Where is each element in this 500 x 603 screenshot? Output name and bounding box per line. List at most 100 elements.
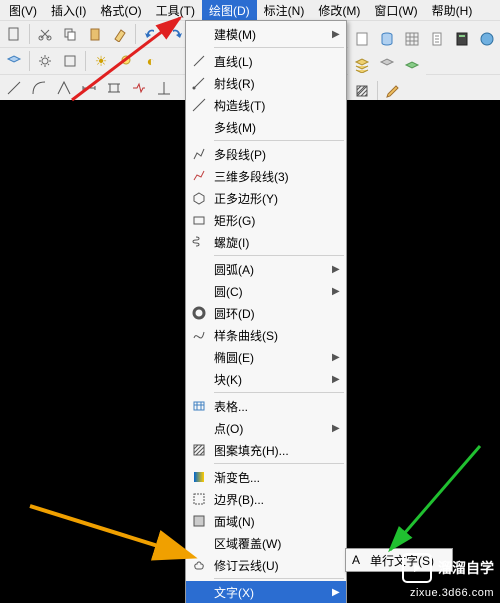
mi-circle[interactable]: 圆(C)▶ bbox=[186, 280, 346, 302]
mi-table[interactable]: 表格... bbox=[186, 395, 346, 417]
menu-view[interactable]: 图(V) bbox=[2, 0, 44, 21]
tb-light-icon[interactable]: ◐ bbox=[139, 49, 163, 73]
boundary-icon bbox=[186, 492, 212, 506]
watermark-url: zixue.3d66.com bbox=[410, 587, 494, 599]
ray-icon bbox=[186, 76, 212, 90]
tb-gear-icon[interactable] bbox=[33, 49, 57, 73]
mi-label: 多段线(P) bbox=[212, 146, 332, 163]
mi-label: 三维多段线(3) bbox=[212, 168, 332, 185]
menu-dim[interactable]: 标注(N) bbox=[257, 0, 312, 21]
tb-dim-icon[interactable] bbox=[77, 76, 101, 100]
tb-db-icon[interactable] bbox=[375, 27, 399, 51]
tb-grid-icon[interactable] bbox=[400, 27, 424, 51]
menubar: 图(V) 插入(I) 格式(O) 工具(T) 绘图(D) 标注(N) 修改(M)… bbox=[0, 0, 500, 20]
tb-dim2-icon[interactable] bbox=[102, 76, 126, 100]
mi-polygon[interactable]: 正多边形(Y) bbox=[186, 187, 346, 209]
mi-label: 构造线(T) bbox=[212, 97, 332, 114]
tb-undo-icon[interactable] bbox=[139, 22, 163, 46]
mi-pline[interactable]: 多段线(P) bbox=[186, 143, 346, 165]
mi-wipeout[interactable]: 区域覆盖(W) bbox=[186, 532, 346, 554]
mi-label: 块(K) bbox=[212, 371, 332, 388]
mi-label: 文字(X) bbox=[212, 584, 332, 601]
mi-revcloud[interactable]: 修订云线(U) bbox=[186, 554, 346, 576]
helix-icon bbox=[186, 235, 212, 249]
mi-label: 渐变色... bbox=[212, 469, 332, 486]
tb-calc-icon[interactable] bbox=[450, 27, 474, 51]
line-icon bbox=[186, 54, 212, 68]
tb-layeroff-icon[interactable] bbox=[375, 53, 399, 77]
mi-3dpoly[interactable]: 三维多段线(3) bbox=[186, 165, 346, 187]
mi-label: 多线(M) bbox=[212, 119, 332, 136]
mi-label: 面域(N) bbox=[212, 513, 332, 530]
menu-format[interactable]: 格式(O) bbox=[93, 0, 148, 21]
mi-modeling[interactable]: 建模(M)▶ bbox=[186, 23, 346, 45]
tb-line-icon[interactable] bbox=[2, 76, 26, 100]
menu-insert[interactable]: 插入(I) bbox=[44, 0, 93, 21]
mi-label: 边界(B)... bbox=[212, 491, 332, 508]
mi-line[interactable]: 直线(L) bbox=[186, 50, 346, 72]
menu-draw[interactable]: 绘图(D) bbox=[202, 0, 257, 21]
menu-window[interactable]: 窗口(W) bbox=[367, 0, 424, 21]
mi-helix[interactable]: 螺旋(I) bbox=[186, 231, 346, 253]
mi-label: 螺旋(I) bbox=[212, 234, 332, 251]
separator bbox=[135, 24, 136, 44]
menu-modify[interactable]: 修改(M) bbox=[311, 0, 367, 21]
toolbar-right-2 bbox=[348, 52, 426, 78]
mi-spline[interactable]: 样条曲线(S) bbox=[186, 324, 346, 346]
tb-ord-icon[interactable] bbox=[152, 76, 176, 100]
tb-match-icon[interactable] bbox=[108, 22, 132, 46]
tb-cut-icon[interactable] bbox=[33, 22, 57, 46]
mi-xline[interactable]: 构造线(T) bbox=[186, 94, 346, 116]
tb-sun-icon[interactable]: ☀ bbox=[89, 49, 113, 73]
mi-block[interactable]: 块(K)▶ bbox=[186, 368, 346, 390]
watermark: 溜溜自学 bbox=[402, 553, 494, 583]
tb-bulb-icon[interactable] bbox=[114, 49, 138, 73]
tb-copy-icon[interactable] bbox=[58, 22, 82, 46]
tb-sheet-icon[interactable] bbox=[350, 27, 374, 51]
mi-label: 区域覆盖(W) bbox=[212, 535, 332, 552]
tb-angle-icon[interactable] bbox=[52, 76, 76, 100]
mi-point[interactable]: 点(O)▶ bbox=[186, 417, 346, 439]
table-icon bbox=[186, 399, 212, 413]
rect-icon bbox=[186, 213, 212, 227]
tb-prop-icon[interactable] bbox=[58, 49, 82, 73]
toolbar-right bbox=[348, 26, 500, 52]
mi-gradient[interactable]: 渐变色... bbox=[186, 466, 346, 488]
polygon-icon bbox=[186, 191, 212, 205]
menu-tools[interactable]: 工具(T) bbox=[149, 0, 202, 21]
menu-separator bbox=[214, 255, 344, 256]
text-a-icon: A bbox=[352, 553, 370, 567]
donut-icon bbox=[186, 306, 212, 320]
mi-label: 圆弧(A) bbox=[212, 261, 332, 278]
menu-help[interactable]: 帮助(H) bbox=[425, 0, 480, 21]
mi-arc[interactable]: 圆弧(A)▶ bbox=[186, 258, 346, 280]
submenu-arrow-icon: ▶ bbox=[332, 587, 346, 598]
tb-doc-icon[interactable] bbox=[425, 27, 449, 51]
mi-boundary[interactable]: 边界(B)... bbox=[186, 488, 346, 510]
mi-region[interactable]: 面域(N) bbox=[186, 510, 346, 532]
menu-separator bbox=[214, 47, 344, 48]
watermark-brand: 溜溜自学 bbox=[438, 558, 494, 578]
submenu-arrow-icon: ▶ bbox=[332, 374, 346, 385]
submenu-arrow-icon: ▶ bbox=[332, 264, 346, 275]
mi-hatch[interactable]: 图案填充(H)... bbox=[186, 439, 346, 461]
tb-arc-icon[interactable] bbox=[27, 76, 51, 100]
mi-ray[interactable]: 射线(R) bbox=[186, 72, 346, 94]
app-root: 图(V) 插入(I) 格式(O) 工具(T) 绘图(D) 标注(N) 修改(M)… bbox=[0, 0, 500, 603]
xline-icon bbox=[186, 98, 212, 112]
menu-separator bbox=[214, 140, 344, 141]
mi-rectangle[interactable]: 矩形(G) bbox=[186, 209, 346, 231]
mi-mline[interactable]: 多线(M) bbox=[186, 116, 346, 138]
tb-break-icon[interactable] bbox=[127, 76, 151, 100]
mi-ellipse[interactable]: 椭圆(E)▶ bbox=[186, 346, 346, 368]
submenu-arrow-icon: ▶ bbox=[332, 352, 346, 363]
tb-layer-icon[interactable] bbox=[2, 49, 26, 73]
tb-new-icon[interactable] bbox=[2, 22, 26, 46]
mi-text[interactable]: 文字(X)▶ bbox=[186, 581, 346, 603]
tb-layers-icon[interactable] bbox=[350, 53, 374, 77]
menu-separator bbox=[214, 578, 344, 579]
tb-world-icon[interactable] bbox=[475, 27, 499, 51]
tb-paste-icon[interactable] bbox=[83, 22, 107, 46]
tb-layeriso-icon[interactable] bbox=[400, 53, 424, 77]
mi-donut[interactable]: 圆环(D) bbox=[186, 302, 346, 324]
